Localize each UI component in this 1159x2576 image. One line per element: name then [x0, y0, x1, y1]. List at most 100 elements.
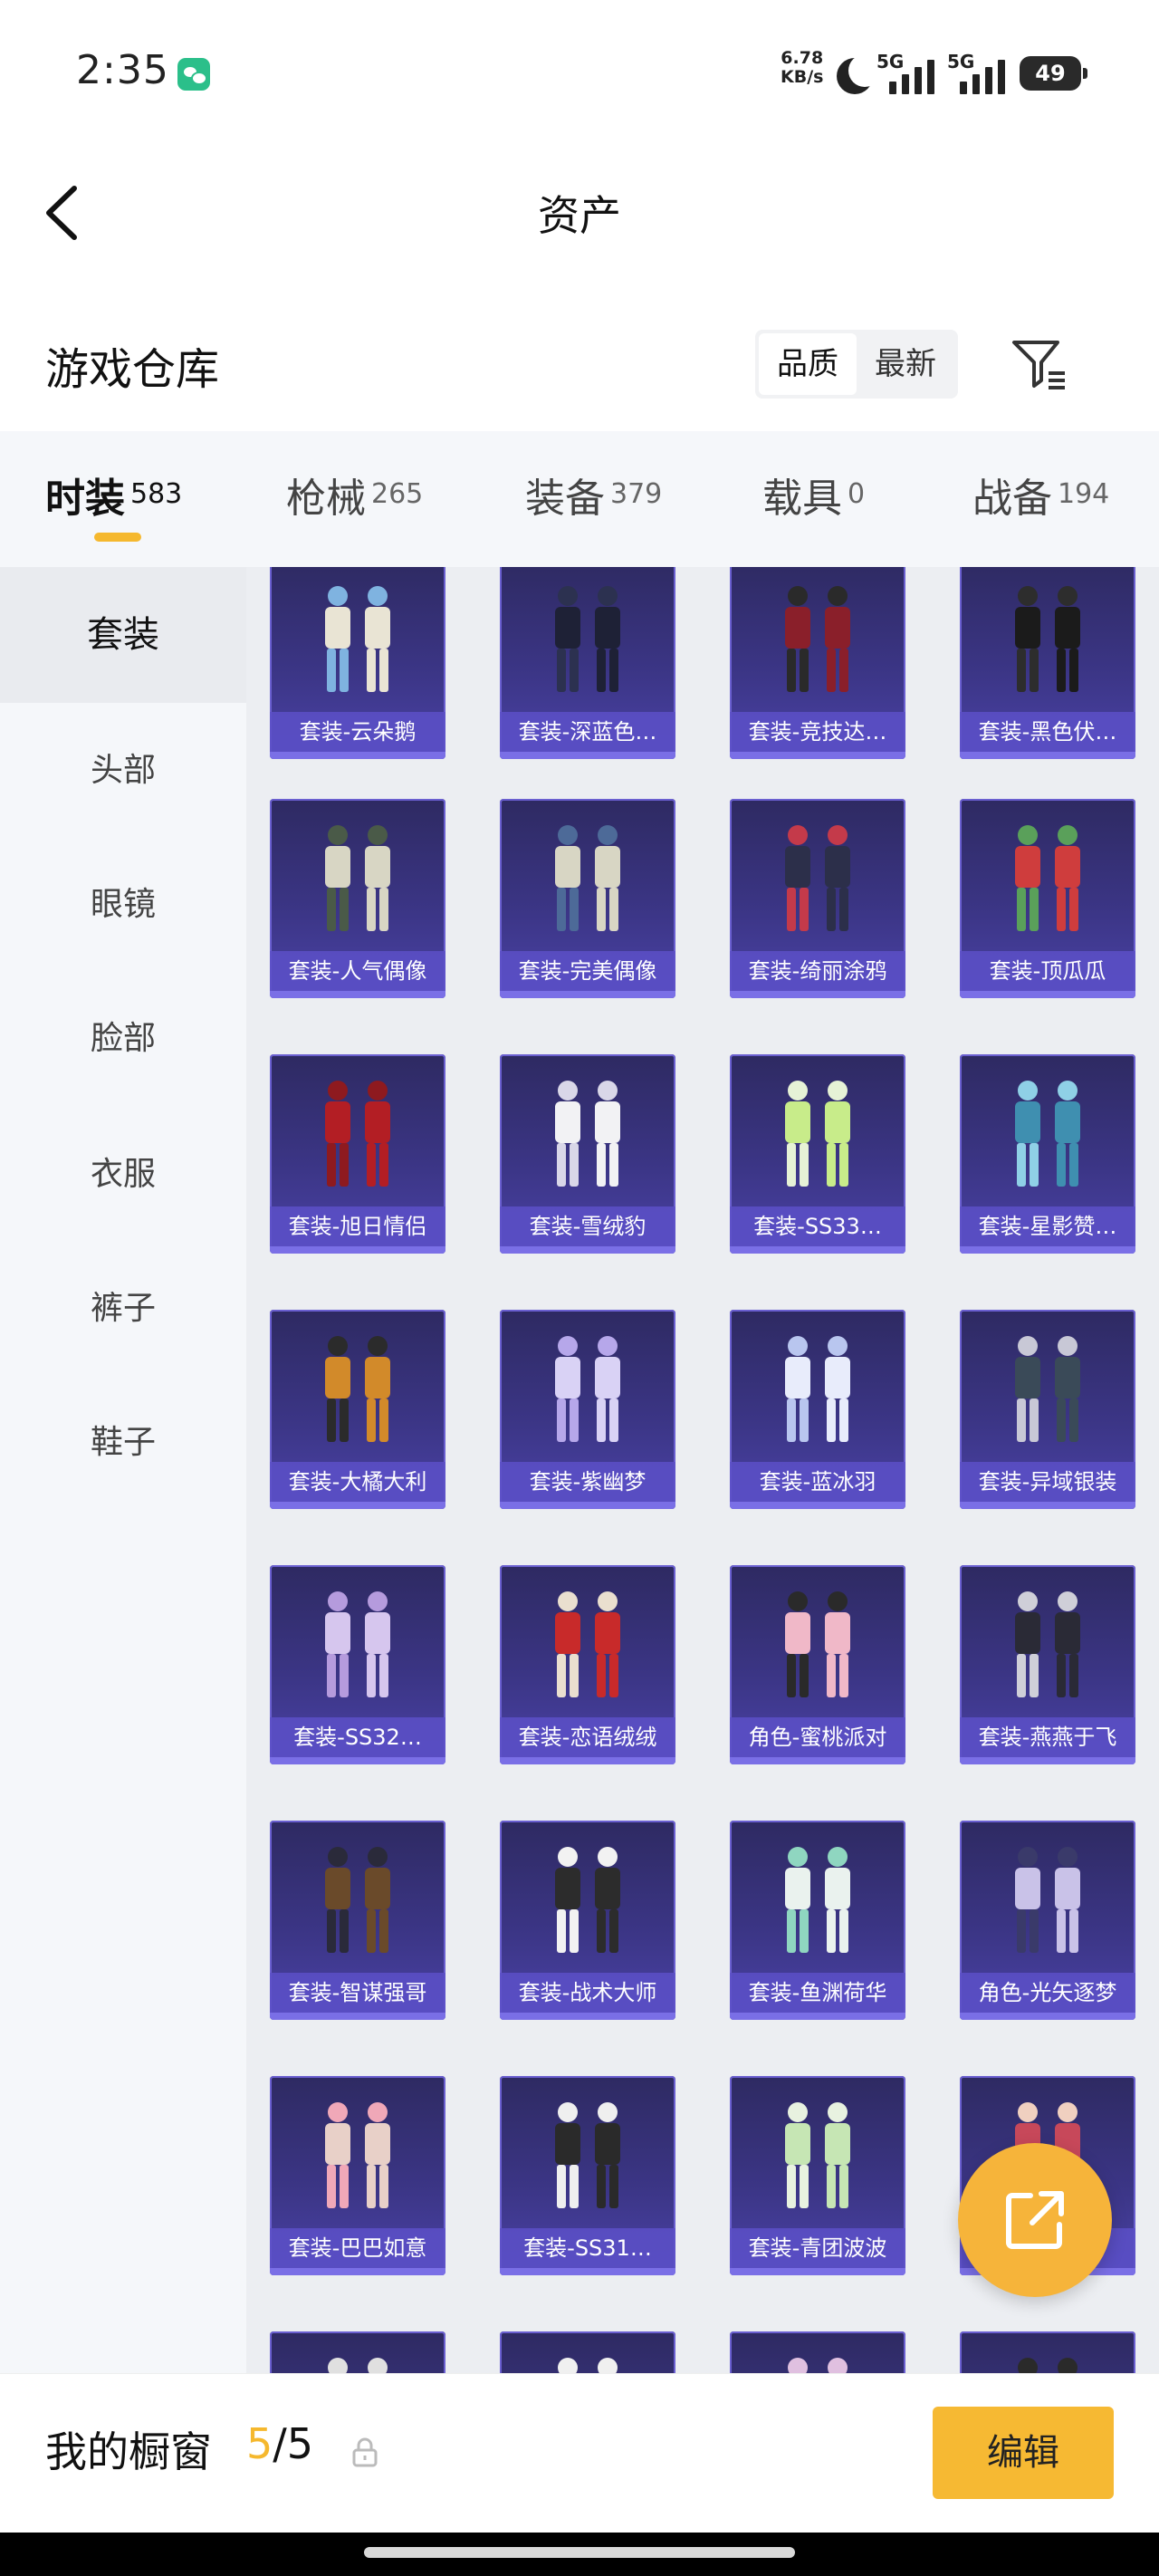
subcategory-sidebar: 套装 头部 眼镜 脸部 衣服 裤子 鞋子 [0, 567, 246, 2373]
network-speed: 6.78 KB/s [781, 49, 823, 87]
item-card-label: 套装-黑色伏… [960, 712, 1135, 752]
outfit-preview-image [785, 825, 850, 931]
outfit-preview-image [325, 1847, 390, 1953]
item-card[interactable]: 套装-战术大师 [500, 1821, 675, 2020]
tab-firearms[interactable]: 枪械 265 [286, 466, 423, 524]
outfit-preview-image [325, 586, 390, 692]
sidebar-item-suit[interactable]: 套装 [0, 567, 246, 703]
item-card-label: 套装-云朵鹅 [270, 712, 445, 752]
item-card-label: 套装-顶瓜瓜 [960, 951, 1135, 991]
sidebar-item-head[interactable]: 头部 [0, 703, 246, 839]
item-card-label: 角色-蜜桃派对 [730, 1717, 905, 1757]
external-link-icon [1006, 2191, 1064, 2249]
item-card[interactable]: 套装-SS32… [270, 1565, 445, 1764]
tab-fashion[interactable]: 时装 583 [45, 466, 182, 524]
item-card[interactable]: 套装-完美偶像 [500, 799, 675, 998]
item-card[interactable] [730, 2331, 905, 2373]
warehouse-header: 游戏仓库 品质 最新 [0, 308, 1159, 426]
outfit-preview-image [555, 1847, 620, 1953]
item-card-label: 套装-完美偶像 [500, 951, 675, 991]
item-card-label: 套装-战术大师 [500, 1973, 675, 2013]
outfit-preview-image [785, 586, 850, 692]
item-card[interactable]: 套装-云朵鹅 [270, 567, 445, 759]
outfit-preview-image [555, 825, 620, 931]
item-card-label: 套装-巴巴如意 [270, 2228, 445, 2268]
item-card-label: 套装-大橘大利 [270, 1462, 445, 1502]
home-gesture-bar[interactable] [364, 2547, 795, 2558]
showcase-separator: / [273, 2419, 287, 2468]
outfit-preview-image [1015, 1591, 1080, 1697]
tab-supplies[interactable]: 战备 194 [972, 466, 1109, 524]
item-card[interactable] [960, 2331, 1135, 2373]
item-card-label: 套装-绮丽涂鸦 [730, 951, 905, 991]
outfit-preview-image [325, 1081, 390, 1187]
item-card[interactable]: 套装-燕燕于飞 [960, 1565, 1135, 1764]
item-card[interactable]: 套装-青团波波 [730, 2076, 905, 2275]
item-card[interactable]: 套装-星影赞… [960, 1054, 1135, 1254]
outfit-preview-image [325, 2102, 390, 2208]
signal-icon-sim1: 5G [876, 51, 947, 94]
showcase-total: 5 [286, 2419, 314, 2468]
item-grid: 套装-云朵鹅 套装-深蓝色… 套装-竞技达… 套装-黑色伏… 套装-人气偶像 套装-完美偶… [246, 567, 1159, 2373]
item-card[interactable]: 套装-深蓝色… [500, 567, 675, 759]
tab-equipment[interactable]: 装备 379 [525, 466, 662, 524]
item-card[interactable]: 角色-蜜桃派对 [730, 1565, 905, 1764]
item-card[interactable]: 套装-SS33… [730, 1054, 905, 1254]
share-fab-button[interactable] [958, 2143, 1112, 2297]
item-card[interactable]: 套装-蓝冰羽 [730, 1310, 905, 1509]
item-card-label: 套装-异域银装 [960, 1462, 1135, 1502]
outfit-preview-image [1015, 586, 1080, 692]
sidebar-item-pants[interactable]: 裤子 [0, 1241, 246, 1377]
item-card[interactable]: 套装-巴巴如意 [270, 2076, 445, 2275]
page-title: 资产 [538, 191, 621, 240]
outfit-preview-image [558, 2358, 618, 2373]
item-card[interactable]: 套装-大橘大利 [270, 1310, 445, 1509]
tab-label: 战备 [972, 476, 1052, 522]
item-card[interactable] [270, 2331, 445, 2373]
item-card[interactable]: 套装-SS31… [500, 2076, 675, 2275]
item-card[interactable]: 套装-鱼渊荷华 [730, 1821, 905, 2020]
item-card-label: 角色-光矢逐梦 [960, 1973, 1135, 2013]
item-card-label: 套装-SS33… [730, 1206, 905, 1246]
item-card-label: 套装-雪绒豹 [500, 1206, 675, 1246]
item-card[interactable]: 套装-紫幽梦 [500, 1310, 675, 1509]
app-header: 资产 [0, 145, 1159, 281]
filter-button[interactable] [1009, 333, 1068, 393]
item-card-label: 套装-恋语绒绒 [500, 1717, 675, 1757]
item-card[interactable]: 套装-顶瓜瓜 [960, 799, 1135, 998]
item-card[interactable]: 套装-恋语绒绒 [500, 1565, 675, 1764]
item-card[interactable]: 套装-异域银装 [960, 1310, 1135, 1509]
item-card-label: 套装-青团波波 [730, 2228, 905, 2268]
sidebar-item-glasses[interactable]: 眼镜 [0, 837, 246, 973]
item-card-label: 套装-星影赞… [960, 1206, 1135, 1246]
item-card-label: 套装-旭日情侣 [270, 1206, 445, 1246]
signal-icon-sim2: 5G [947, 51, 1018, 94]
sidebar-item-clothes[interactable]: 衣服 [0, 1107, 246, 1243]
outfit-preview-image [785, 1081, 850, 1187]
item-card[interactable]: 套装-旭日情侣 [270, 1054, 445, 1254]
item-card[interactable]: 套装-人气偶像 [270, 799, 445, 998]
tab-active-indicator [94, 533, 141, 542]
outfit-preview-image [785, 1336, 850, 1442]
tab-vehicles[interactable]: 载具 0 [762, 466, 865, 524]
item-card[interactable] [500, 2331, 675, 2373]
item-card[interactable]: 套装-竞技达… [730, 567, 905, 759]
status-bar: 2:35 6.78 KB/s 5G 5G 49 [0, 0, 1159, 145]
showcase-current: 5 [246, 2419, 273, 2468]
sidebar-item-shoes[interactable]: 鞋子 [0, 1375, 246, 1511]
sidebar-item-face[interactable]: 脸部 [0, 971, 246, 1107]
sort-option-quality[interactable]: 品质 [759, 333, 857, 395]
item-card[interactable]: 套装-黑色伏… [960, 567, 1135, 759]
item-card[interactable]: 套装-智谋强哥 [270, 1821, 445, 2020]
item-card[interactable]: 套装-绮丽涂鸦 [730, 799, 905, 998]
item-card-label: 套装-鱼渊荷华 [730, 1973, 905, 2013]
item-card[interactable]: 角色-光矢逐梦 [960, 1821, 1135, 2020]
outfit-preview-image [325, 1591, 390, 1697]
edit-button[interactable]: 编辑 [933, 2407, 1114, 2499]
wechat-icon [177, 58, 210, 91]
sort-option-newest[interactable]: 最新 [857, 333, 954, 395]
item-card[interactable]: 套装-雪绒豹 [500, 1054, 675, 1254]
sim1-network-label: 5G [876, 51, 905, 72]
tab-count: 379 [610, 478, 663, 510]
item-card-label: 套装-人气偶像 [270, 951, 445, 991]
